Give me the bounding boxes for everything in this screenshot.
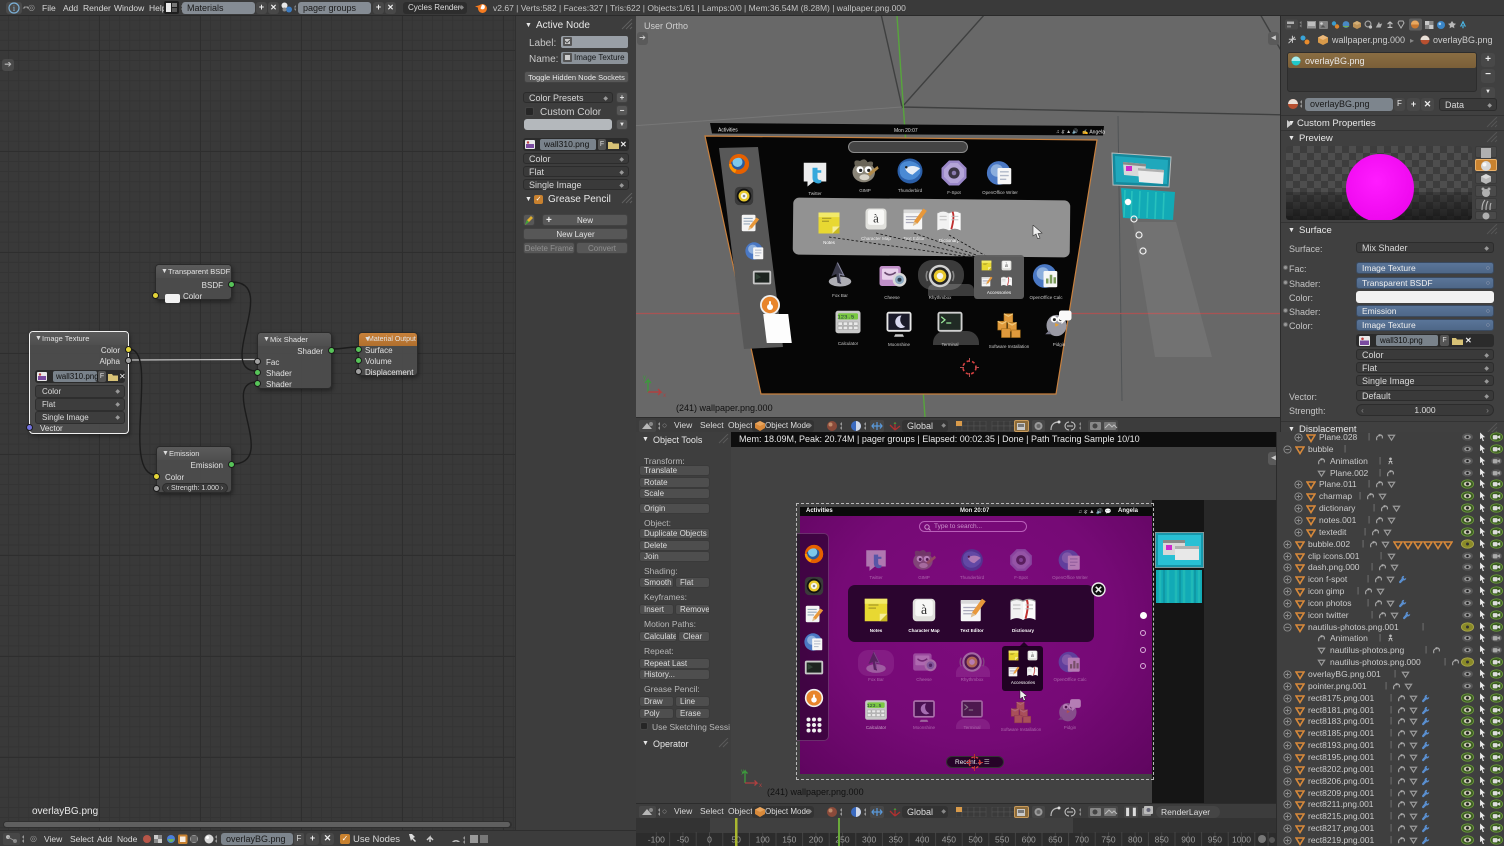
svg-text:-50: -50 — [677, 835, 690, 845]
svg-text:(241) wallpaper.png.000: (241) wallpaper.png.000 — [676, 403, 773, 413]
svg-text:300: 300 — [862, 835, 876, 845]
svg-text:▸: ▸ — [1410, 36, 1414, 45]
svg-text:400: 400 — [915, 835, 929, 845]
svg-text:0: 0 — [707, 835, 712, 845]
svg-text:Mon 20:07: Mon 20:07 — [894, 128, 918, 134]
svg-text:100: 100 — [756, 835, 770, 845]
svg-text:450: 450 — [942, 835, 956, 845]
svg-text:-100: -100 — [648, 835, 665, 845]
svg-text:250: 250 — [835, 835, 849, 845]
svg-text:550: 550 — [995, 835, 1009, 845]
svg-text:500: 500 — [968, 835, 982, 845]
svg-text:♫ ફ ▲ 🔊: ♫ ફ ▲ 🔊 — [1056, 128, 1079, 135]
svg-text:✍ Angela: ✍ Angela — [1082, 129, 1105, 136]
svg-text:650: 650 — [1048, 835, 1062, 845]
svg-text:1000: 1000 — [1232, 835, 1251, 845]
svg-text:750: 750 — [1101, 835, 1115, 845]
svg-text:600: 600 — [1022, 835, 1036, 845]
svg-text:wallpaper.png.000: wallpaper.png.000 — [1331, 35, 1405, 45]
svg-text:x: x — [663, 393, 666, 399]
svg-text:800: 800 — [1128, 835, 1142, 845]
svg-text:850: 850 — [1155, 835, 1169, 845]
svg-text:900: 900 — [1181, 835, 1195, 845]
svg-text:200: 200 — [809, 835, 823, 845]
svg-text:overlayBG.png: overlayBG.png — [1433, 35, 1493, 45]
svg-text:700: 700 — [1075, 835, 1089, 845]
svg-text:y: y — [643, 375, 646, 381]
svg-text:350: 350 — [889, 835, 903, 845]
svg-text:950: 950 — [1208, 835, 1222, 845]
svg-text:x: x — [759, 783, 762, 789]
svg-text:Activities: Activities — [718, 128, 738, 134]
svg-text:User Ortho: User Ortho — [644, 21, 688, 31]
svg-text:150: 150 — [782, 835, 796, 845]
svg-text:y: y — [741, 769, 744, 775]
